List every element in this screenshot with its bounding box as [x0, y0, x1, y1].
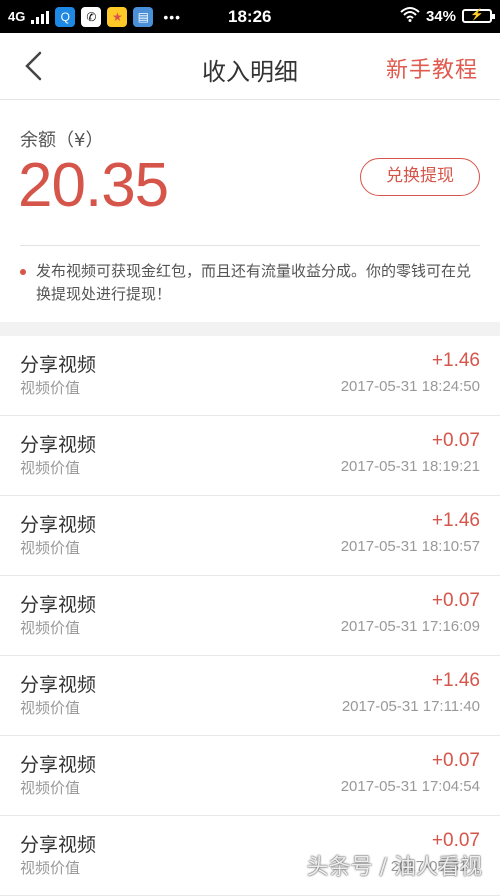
record-time: 2017-05-31 17:04:54	[340, 778, 480, 795]
record-title: 分享视频	[20, 834, 97, 856]
file-app-icon: ▤	[133, 6, 154, 27]
list-item[interactable]: 分享视频 视频价值 +0.07 2017-05-31 17:16:09	[0, 576, 500, 656]
record-title: 分享视频	[20, 354, 97, 376]
record-amount: +0.07	[431, 430, 480, 451]
battery-percent: 34%	[425, 7, 456, 25]
status-bar: 4G Q ✆ ★ ▤ ••• 18:26 34% ⚡	[0, 0, 500, 33]
record-title: 分享视频	[20, 674, 97, 696]
list-item[interactable]: 分享视频 视频价值 +0.07 2017-05-31 18:19:21	[0, 416, 500, 496]
list-item[interactable]: 分享视频 视频价值 +0.07 2017-05-31 17:04:54	[0, 736, 500, 816]
record-title: 分享视频	[20, 754, 97, 776]
record-amount: +0.07	[431, 590, 480, 611]
record-subtitle: 视频价值	[20, 699, 81, 717]
list-item[interactable]: 分享视频 视频价值 +1.46 2017-05-31 17:11:40	[0, 656, 500, 736]
record-amount: +1.46	[431, 670, 480, 691]
wechat-icon: ✆	[81, 6, 102, 27]
record-title: 分享视频	[20, 594, 97, 616]
income-records-list: 分享视频 视频价值 +1.46 2017-05-31 18:24:50 分享视频…	[0, 336, 500, 896]
status-time: 18:26	[228, 7, 272, 26]
watermark: 头条号 / 油人看视	[306, 855, 482, 880]
balance-card: 余额（¥） 20.35 兑换提现 发布视频可获现金红包，而且还有流量收益分成。你…	[0, 100, 500, 322]
balance-amount: 20.35	[18, 151, 169, 220]
list-item[interactable]: 分享视频 视频价值 +1.46 2017-05-31 18:10:57	[0, 496, 500, 576]
divider	[20, 245, 480, 246]
qq-icon: Q	[55, 6, 76, 27]
wifi-icon	[400, 6, 420, 26]
record-time: 2017-05-31 17:16:09	[340, 618, 480, 635]
notice-text: 发布视频可获现金红包，而且还有流量收益分成。你的零钱可在兑换提现处进行提现！	[36, 262, 472, 303]
app-header: 收入明细 新手教程	[0, 33, 500, 100]
balance-label: 余额（¥）	[20, 130, 104, 151]
battery-icon: ⚡	[462, 9, 495, 23]
signal-icon	[31, 10, 50, 24]
network-type: 4G	[8, 9, 26, 24]
record-time: 2017-05-31 17:11:40	[341, 698, 480, 715]
withdraw-button[interactable]: 兑换提现	[360, 158, 480, 196]
record-amount: +1.46	[431, 510, 480, 531]
record-subtitle: 视频价值	[20, 539, 81, 557]
record-subtitle: 视频价值	[20, 779, 81, 797]
star-app-icon: ★	[107, 6, 128, 27]
tutorial-link[interactable]: 新手教程	[386, 52, 478, 84]
record-subtitle: 视频价值	[20, 619, 81, 637]
more-notifications-icon: •••	[163, 8, 182, 25]
record-amount: +0.07	[431, 750, 480, 771]
record-title: 分享视频	[20, 514, 97, 536]
record-time: 2017-05-31 18:10:57	[340, 538, 480, 555]
list-item[interactable]: 分享视频 视频价值 +1.46 2017-05-31 18:24:50	[0, 336, 500, 416]
record-time: 2017-05-31 18:24:50	[340, 378, 480, 395]
record-subtitle: 视频价值	[20, 859, 81, 877]
record-title: 分享视频	[20, 434, 97, 456]
record-subtitle: 视频价值	[20, 459, 81, 477]
record-amount: +1.46	[431, 350, 480, 371]
record-subtitle: 视频价值	[20, 379, 81, 397]
record-time: 2017-05-31 18:19:21	[340, 458, 480, 475]
